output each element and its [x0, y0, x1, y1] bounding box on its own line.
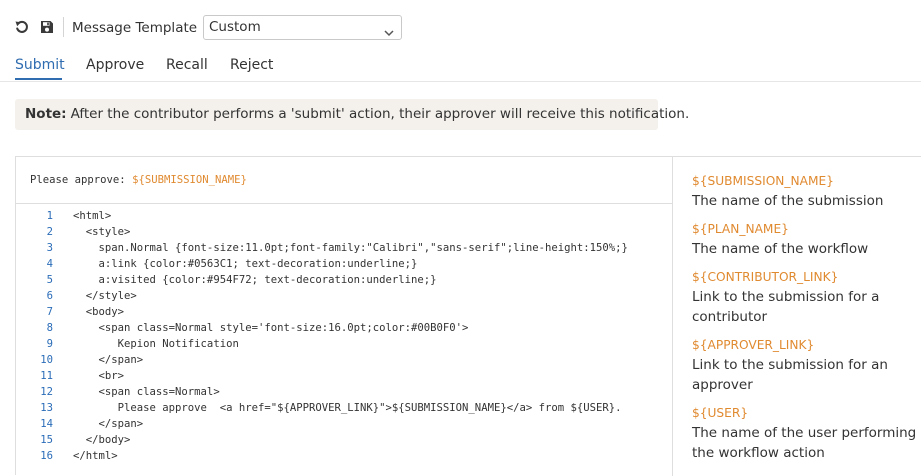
info-note: Note: After the contributor performs a 's… — [15, 99, 689, 130]
line-number: 4 — [46, 258, 53, 270]
variable-item: ${APPROVER_LINK} Link to the submission f… — [692, 337, 921, 395]
code-line: 8 <span class=Normal style='font-size:16… — [16, 322, 672, 338]
code-line: 15 </body> — [16, 434, 672, 450]
action-tabs: Submit Approve Recall Reject — [0, 50, 921, 82]
code-line: 2 <style> — [16, 226, 672, 242]
line-number: 10 — [40, 354, 53, 366]
code-text: <style> — [73, 226, 131, 238]
line-number: 6 — [46, 290, 53, 302]
code-text: <body> — [73, 306, 125, 318]
line-number: 11 — [40, 370, 53, 382]
code-line: 14 </span> — [16, 418, 672, 434]
code-text: <br> — [73, 370, 125, 382]
code-line: 4 a:link {color:#0563C1; text-decoration… — [16, 258, 672, 274]
line-number: 8 — [46, 322, 53, 334]
code-line: 10 </span> — [16, 354, 672, 370]
code-text: span.Normal {font-size:11.0pt;font-famil… — [73, 242, 628, 254]
active-tab-indicator — [15, 78, 62, 80]
code-line: 5 a:visited {color:#954F72; text-decorat… — [16, 274, 672, 290]
variable-description: Link to the submission for an approver — [692, 357, 888, 393]
line-number: 14 — [40, 418, 53, 430]
variable-name[interactable]: ${USER} — [692, 405, 921, 421]
tabs-divider — [0, 81, 921, 82]
variable-description: The name of the submission — [692, 193, 884, 209]
code-line: 12 <span class=Normal> — [16, 386, 672, 402]
code-line: 11 <br> — [16, 370, 672, 386]
line-number: 12 — [40, 386, 53, 398]
variable-name[interactable]: ${SUBMISSION_NAME} — [692, 173, 921, 189]
code-text: </span> — [73, 418, 144, 430]
variable-item: ${PLAN_NAME} The name of the workflow — [692, 221, 921, 259]
variable-name[interactable]: ${PLAN_NAME} — [692, 221, 921, 237]
tab-recall[interactable]: Recall — [166, 57, 208, 73]
toolbar: Message Template Custom — [0, 12, 921, 42]
code-text: a:link {color:#0563C1; text-decoration:u… — [73, 258, 418, 270]
html-code-editor[interactable]: 1 <html> 2 <style> 3 span.Normal {font-size… — [16, 210, 672, 476]
variable-item: ${SUBMISSION_NAME} The name of the submis… — [692, 173, 921, 211]
subject-text: Please approve: ${SUBMISSION_NAME} — [30, 174, 247, 186]
chevron-down-icon — [383, 23, 395, 37]
code-text: </span> — [73, 354, 144, 366]
message-template-label: Message Template — [72, 20, 198, 36]
subject-field[interactable]: Please approve: ${SUBMISSION_NAME} — [16, 157, 672, 204]
variable-description: Link to the submission for a contributor — [692, 289, 880, 325]
subject-variable: ${SUBMISSION_NAME} — [132, 174, 247, 186]
code-text: <span class=Normal> — [73, 386, 220, 398]
line-number: 1 — [46, 210, 53, 222]
variable-item: ${USER} The name of the user performing t… — [692, 405, 921, 463]
code-text: </style> — [73, 290, 137, 302]
code-line: 9 Kepion Notification — [16, 338, 672, 354]
undo-icon[interactable] — [14, 19, 30, 35]
variable-description: The name of the user performing the work… — [692, 425, 917, 461]
line-number: 7 — [46, 306, 53, 318]
tab-approve[interactable]: Approve — [86, 57, 144, 73]
variable-name[interactable]: ${CONTRIBUTOR_LINK} — [692, 269, 921, 285]
line-number: 2 — [46, 226, 53, 238]
panel-divider — [672, 157, 673, 476]
toolbar-separator — [63, 17, 64, 37]
variable-item: ${CONTRIBUTOR_LINK} Link to the submissio… — [692, 269, 921, 327]
subject-prefix: Please approve: — [30, 174, 133, 186]
code-line: 16 </html> — [16, 450, 672, 466]
tab-submit[interactable]: Submit — [15, 57, 65, 73]
line-number: 9 — [46, 338, 53, 350]
code-line: 3 span.Normal {font-size:11.0pt;font-fam… — [16, 242, 672, 258]
line-number: 16 — [40, 450, 53, 462]
line-number: 15 — [40, 434, 53, 446]
code-text: Please approve <a href="${APPROVER_LINK}… — [73, 402, 622, 414]
message-template-select[interactable]: Custom — [203, 15, 402, 40]
code-line: 7 <body> — [16, 306, 672, 322]
note-content: Note: After the contributor performs a 's… — [25, 106, 689, 122]
code-line: 13 Please approve <a href="${APPROVER_LI… — [16, 402, 672, 418]
tab-reject[interactable]: Reject — [230, 57, 273, 73]
template-editor-panel: Please approve: ${SUBMISSION_NAME} 1 <htm… — [15, 156, 921, 476]
line-number: 5 — [46, 274, 53, 286]
variable-description: The name of the workflow — [692, 241, 869, 257]
code-line: 6 </style> — [16, 290, 672, 306]
variable-name[interactable]: ${APPROVER_LINK} — [692, 337, 921, 353]
note-label: Note: — [25, 106, 67, 122]
note-text: After the contributor performs a 'submit… — [70, 106, 690, 122]
line-number: 13 — [40, 402, 53, 414]
code-text: </html> — [73, 450, 118, 462]
save-icon[interactable] — [39, 19, 55, 35]
code-text: <html> — [73, 210, 112, 222]
code-text: Kepion Notification — [73, 338, 239, 350]
message-template-value: Custom — [209, 19, 261, 35]
code-text: <span class=Normal style='font-size:16.0… — [73, 322, 469, 334]
code-text: a:visited {color:#954F72; text-decoratio… — [73, 274, 437, 286]
line-number: 3 — [46, 242, 53, 254]
code-text: </body> — [73, 434, 131, 446]
code-line: 1 <html> — [16, 210, 672, 226]
